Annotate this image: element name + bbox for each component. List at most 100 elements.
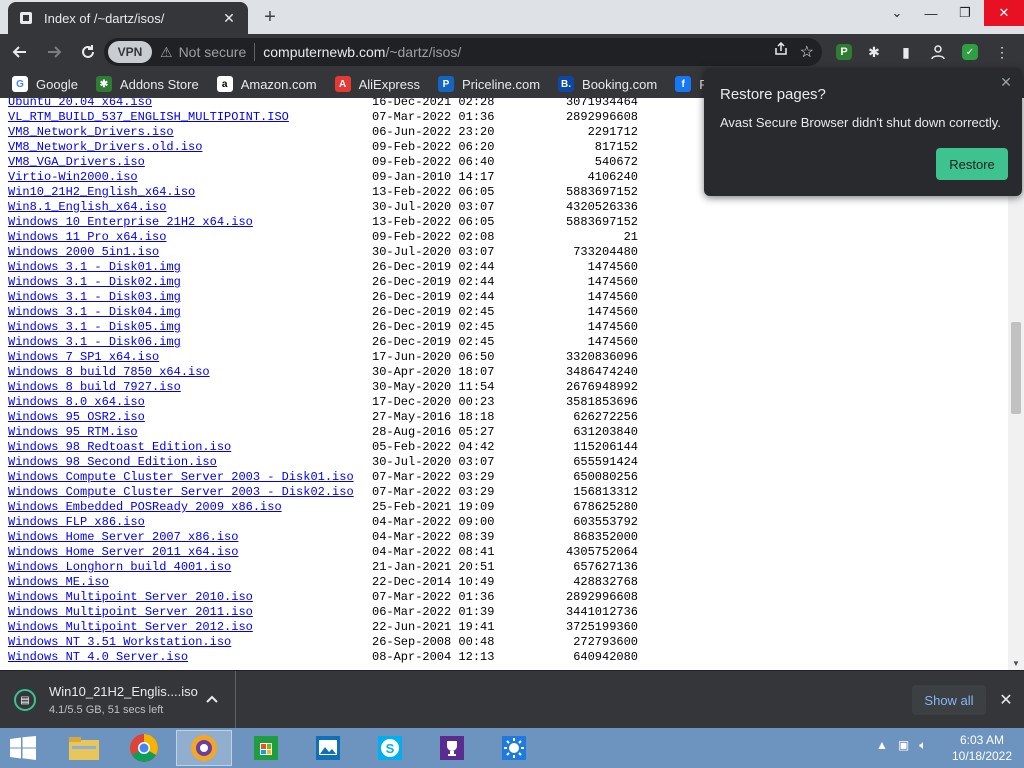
file-link[interactable]: Win10_21H2_English_x64.iso xyxy=(8,185,195,200)
restore-window-button[interactable]: ❐ xyxy=(948,0,982,26)
file-link[interactable]: Windows Embedded POSReady 2009 x86.iso xyxy=(8,500,282,515)
file-link[interactable]: Virtio-Win2000.iso xyxy=(8,170,138,185)
taskbar-clock[interactable]: 6:03 AM 10/18/2022 xyxy=(942,732,1022,764)
restore-button[interactable]: Restore xyxy=(936,148,1008,180)
weather-icon[interactable] xyxy=(486,730,542,766)
back-button[interactable] xyxy=(6,38,34,66)
file-link[interactable]: Windows 8.0 x64.iso xyxy=(8,395,145,410)
bookmark-priceline[interactable]: P Priceline.com xyxy=(438,76,540,92)
file-size: 115206144 xyxy=(573,440,638,454)
listing-row: Windows 7 SP1 x64.iso 17-Jun-2020 06:50 33… xyxy=(8,350,668,365)
file-link[interactable]: Windows 2000 5in1.iso xyxy=(8,245,159,260)
reload-button[interactable] xyxy=(74,38,102,66)
scroll-thumb[interactable] xyxy=(1011,322,1021,414)
file-size: 272793600 xyxy=(573,635,638,649)
file-link[interactable]: Windows 3.1 - Disk04.img xyxy=(8,305,181,320)
file-link[interactable]: VL_RTM_BUILD_537_ENGLISH_MULTIPOINT.ISO xyxy=(8,110,289,125)
bookmark-puzzle[interactable]: ✱ Addons Store xyxy=(95,76,199,92)
file-link[interactable]: Win8.1_English_x64.iso xyxy=(8,200,166,215)
photos-icon[interactable] xyxy=(300,730,356,766)
bookmark-aliexpress[interactable]: A AliExpress xyxy=(334,76,420,92)
file-link[interactable]: Windows ME.iso xyxy=(8,575,109,590)
avast-shield-icon[interactable]: ✓ xyxy=(958,40,982,64)
download-item[interactable]: ▤ Win10_21H2_Englis....iso 4.1/5.5 GB, 5… xyxy=(0,671,236,729)
chevron-up-icon[interactable] xyxy=(204,691,220,707)
security-status[interactable]: Not secure xyxy=(179,44,247,60)
file-link[interactable]: Windows 8 build 7850 x64.iso xyxy=(8,365,210,380)
network-icon[interactable]: ▣ xyxy=(898,738,909,753)
file-link[interactable]: Windows 8 build 7927.iso xyxy=(8,380,181,395)
file-size: 2676948992 xyxy=(565,380,638,394)
file-link[interactable]: Windows 98 Second Edition.iso xyxy=(8,455,217,470)
bookmark-google[interactable]: G Google xyxy=(12,76,78,92)
share-icon[interactable] xyxy=(774,41,788,62)
popup-close-icon[interactable]: ✕ xyxy=(998,74,1014,90)
profile-icon[interactable] xyxy=(926,40,950,64)
listing-row: Windows 3.1 - Disk02.img 26-Dec-2019 02:4… xyxy=(8,275,668,290)
file-link[interactable]: Windows NT 3.51 Workstation.iso xyxy=(8,635,231,650)
listing-row: Windows 8.0 x64.iso 17-Dec-2020 00:23 3581… xyxy=(8,395,668,410)
file-explorer-icon[interactable] xyxy=(56,730,112,766)
file-link[interactable]: Windows 95 OSR2.iso xyxy=(8,410,145,425)
file-link[interactable]: Windows Multipoint Server 2011.iso xyxy=(8,605,253,620)
restore-message: Avast Secure Browser didn't shut down co… xyxy=(720,115,1001,130)
file-link[interactable]: Windows Multipoint Server 2010.iso xyxy=(8,590,253,605)
file-link[interactable]: Windows Home Server 2011 x64.iso xyxy=(8,545,238,560)
amazon-icon: a xyxy=(216,76,233,92)
skype-icon[interactable]: S xyxy=(362,730,418,766)
menu-kebab-icon[interactable]: ⋮ xyxy=(990,40,1014,64)
side-panel-icon[interactable]: ▮ xyxy=(894,40,918,64)
file-link[interactable]: Windows 7 SP1 x64.iso xyxy=(8,350,159,365)
extensions-puzzle-icon[interactable]: ✱ xyxy=(862,40,886,64)
vpn-badge[interactable]: VPN xyxy=(108,41,152,63)
windows-start-icon[interactable] xyxy=(10,736,36,760)
file-link[interactable]: Windows 3.1 - Disk02.img xyxy=(8,275,181,290)
file-link[interactable]: Ubuntu 20.04 x64.iso xyxy=(8,98,152,110)
chrome-icon[interactable] xyxy=(116,730,172,766)
bookmark-label: Addons Store xyxy=(119,76,199,92)
download-bar-close-icon[interactable]: ✕ xyxy=(996,690,1016,710)
new-tab-button[interactable]: + xyxy=(258,5,282,29)
file-link[interactable]: VM8_Network_Drivers.iso xyxy=(8,125,174,140)
store-icon[interactable] xyxy=(238,730,294,766)
bookmark-booking[interactable]: B. Booking.com xyxy=(558,76,657,92)
close-window-button[interactable]: ✕ xyxy=(984,0,1024,26)
scroll-down-icon[interactable]: ▼ xyxy=(1008,656,1024,670)
tab-search-chevron-icon[interactable]: ⌄ xyxy=(880,0,914,26)
file-link[interactable]: Windows FLP x86.iso xyxy=(8,515,145,530)
browser-tab[interactable]: Index of /~dartz/isos/ ✕ xyxy=(8,2,248,34)
tab-close-icon[interactable]: ✕ xyxy=(220,9,238,27)
warning-icon[interactable]: ⚠ xyxy=(160,44,173,61)
extension-p-icon[interactable]: P xyxy=(832,40,856,64)
tray-overflow-icon[interactable]: ▲ xyxy=(876,738,888,753)
file-link[interactable]: Windows NT 4.0 Server.iso xyxy=(8,650,188,665)
minimize-button[interactable]: — xyxy=(914,0,948,26)
file-link[interactable]: Windows Home Server 2007 x86.iso xyxy=(8,530,238,545)
bookmark-star-icon[interactable]: ☆ xyxy=(800,42,814,62)
file-link[interactable]: Windows Multipoint Server 2012.iso xyxy=(8,620,253,635)
forward-button[interactable] xyxy=(40,38,68,66)
file-link[interactable]: Windows 3.1 - Disk01.img xyxy=(8,260,181,275)
file-link[interactable]: Windows 98 Redtoast Edition.iso xyxy=(8,440,231,455)
trophy-icon[interactable] xyxy=(424,730,480,766)
listing-row: Windows Compute Cluster Server 2003 - Di… xyxy=(8,470,668,485)
file-link[interactable]: Windows 3.1 - Disk05.img xyxy=(8,320,181,335)
address-bar[interactable]: VPN ⚠ Not secure computernewb.com /~dart… xyxy=(104,38,822,66)
file-link[interactable]: Windows 3.1 - Disk06.img xyxy=(8,335,181,350)
file-date: 21-Jan-2021 20:51 xyxy=(372,560,495,574)
file-link[interactable]: Windows 10 Enterprise 21H2 x64.iso xyxy=(8,215,253,230)
file-link[interactable]: Windows 95 RTM.iso xyxy=(8,425,138,440)
show-all-button[interactable]: Show all xyxy=(912,685,986,715)
file-link[interactable]: Windows Longhorn build 4001.iso xyxy=(8,560,231,575)
bookmark-amazon[interactable]: a Amazon.com xyxy=(216,76,317,92)
file-date: 26-Dec-2019 02:45 xyxy=(372,305,495,319)
file-link[interactable]: Windows 11 Pro x64.iso xyxy=(8,230,166,245)
booking-icon: B. xyxy=(558,76,575,92)
file-link[interactable]: Windows 3.1 - Disk03.img xyxy=(8,290,181,305)
volume-icon[interactable]: 🔈︎ xyxy=(919,738,926,753)
avast-browser-icon[interactable] xyxy=(176,730,232,766)
file-link[interactable]: Windows Compute Cluster Server 2003 - Di… xyxy=(8,485,354,500)
file-link[interactable]: VM8_Network_Drivers.old.iso xyxy=(8,140,202,155)
file-link[interactable]: Windows Compute Cluster Server 2003 - Di… xyxy=(8,470,354,485)
file-link[interactable]: VM8_VGA_Drivers.iso xyxy=(8,155,145,170)
